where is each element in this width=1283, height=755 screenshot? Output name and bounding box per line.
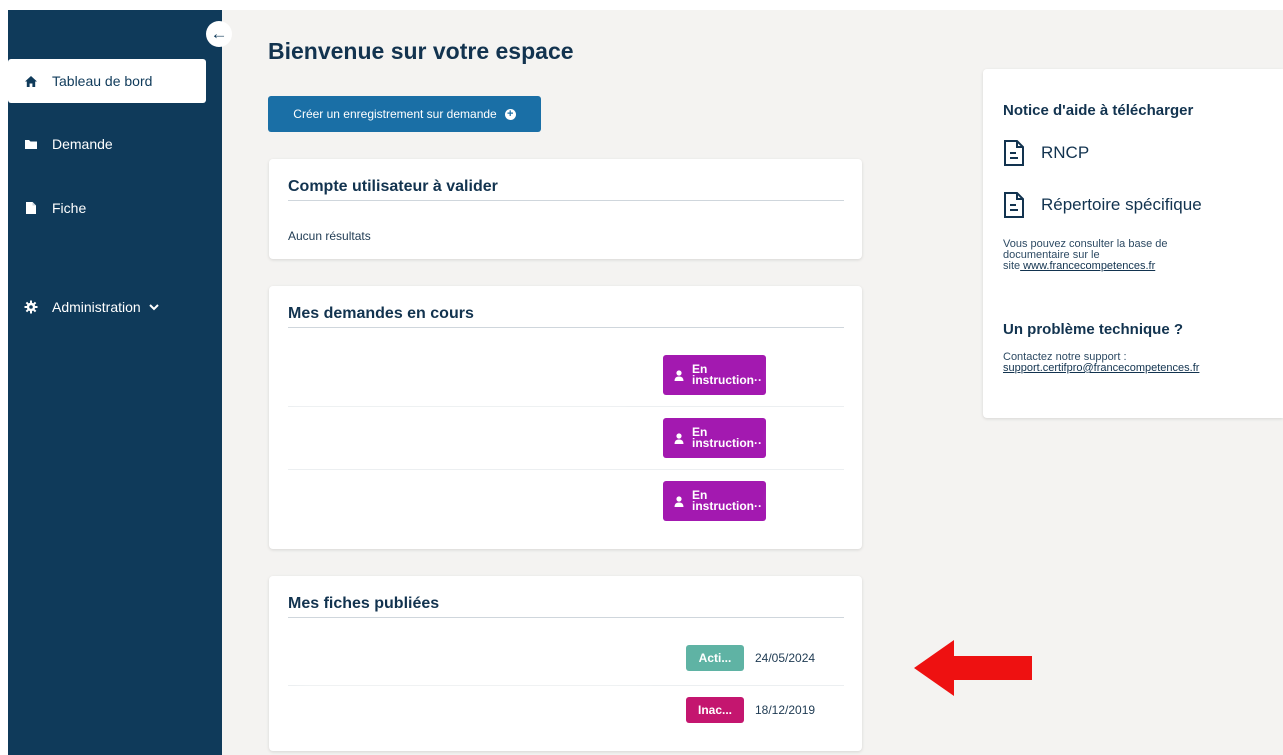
doc-link-label: Répertoire spécifique: [1041, 195, 1202, 214]
sidebar-item-label: Administration: [52, 299, 141, 315]
empty-results-text: Aucun résultats: [288, 229, 371, 243]
published-file-row[interactable]: Inac... 18/12/2019: [288, 686, 844, 739]
file-icon: [24, 201, 38, 215]
redacted-text: [783, 430, 845, 444]
plus-circle-icon: +: [504, 108, 516, 120]
publication-date: 18/12/2019: [755, 703, 816, 717]
support-email-link[interactable]: support.certifpro@francecompetences.fr: [1003, 362, 1199, 374]
published-file-row[interactable]: Acti... 24/05/2024: [288, 632, 844, 686]
collapse-sidebar-button[interactable]: ←: [206, 21, 232, 47]
accounts-to-validate-card: Compte utilisateur à valider Aucun résul…: [269, 159, 862, 259]
user-icon: [674, 432, 684, 444]
status-badge-active: Acti...: [686, 645, 744, 671]
request-row[interactable]: En instruction··: [288, 343, 845, 407]
francecompetences-link[interactable]: www.francecompetences.fr: [1020, 260, 1155, 272]
user-icon: [674, 369, 684, 381]
create-request-button[interactable]: Créer un enregistrement sur demande +: [268, 96, 541, 132]
status-badge-label: Acti...: [698, 651, 732, 665]
help-card: Notice d'aide à télécharger RNCP Réperto…: [983, 69, 1283, 418]
sidebar-item-label: Tableau de bord: [52, 73, 153, 89]
published-files-card: Mes fiches publiées Acti... 24/05/2024 I…: [269, 576, 862, 751]
status-label: En instruction··: [692, 362, 762, 387]
request-row[interactable]: En instruction··: [288, 406, 845, 470]
user-icon: [674, 495, 684, 507]
sidebar-item-demande[interactable]: Demande: [8, 122, 206, 166]
document-icon: [1003, 191, 1025, 219]
redacted-text: [292, 421, 628, 445]
status-button-instruction[interactable]: En instruction··: [663, 418, 766, 458]
chevron-down-icon: [148, 303, 159, 311]
arrow-left-icon: ←: [210, 24, 228, 43]
redacted-text: [783, 368, 845, 382]
sidebar-item-administration[interactable]: Administration: [8, 285, 206, 329]
create-request-label: Créer un enregistrement sur demande: [293, 107, 497, 121]
status-button-instruction[interactable]: En instruction··: [663, 481, 766, 521]
status-button-instruction[interactable]: En instruction··: [663, 355, 766, 395]
sidebar-item-label: Fiche: [52, 200, 87, 216]
status-badge-label: Inac...: [697, 703, 732, 717]
sidebar-item-label: Demande: [52, 136, 113, 152]
help-title: Notice d'aide à télécharger: [1003, 102, 1194, 119]
redacted-text: [294, 700, 654, 724]
request-row[interactable]: En instruction··: [288, 469, 845, 532]
doc-link-label: RNCP: [1041, 143, 1090, 162]
redacted-text: [783, 492, 845, 506]
document-icon: [1003, 139, 1025, 167]
card-title: Mes fiches publiées: [288, 595, 844, 618]
card-title: Compte utilisateur à valider: [288, 178, 844, 201]
redacted-text: [292, 356, 542, 382]
red-arrow-annotation: [914, 638, 1034, 703]
status-badge-inactive: Inac...: [686, 697, 744, 723]
doc-link-repertoire-specifique[interactable]: Répertoire spécifique: [1003, 191, 1202, 219]
status-label: En instruction··: [692, 488, 762, 513]
redacted-text: [294, 646, 624, 670]
sidebar-item-tableau-de-bord[interactable]: Tableau de bord: [8, 59, 206, 103]
pending-requests-card: Mes demandes en cours En instruction·· E…: [269, 286, 862, 549]
home-icon: [24, 74, 38, 88]
doc-link-rncp[interactable]: RNCP: [1003, 139, 1089, 167]
support-title: Un problème technique ?: [1003, 321, 1184, 338]
info-text-prefix: site: [1003, 260, 1021, 272]
status-label: En instruction··: [692, 425, 762, 450]
card-title: Mes demandes en cours: [288, 305, 844, 328]
info-text-line: site www.francecompetences.fr: [1003, 261, 1155, 272]
page-title: Bienvenue sur votre espace: [268, 38, 574, 64]
redacted-text: [292, 487, 554, 507]
publication-date: 24/05/2024: [755, 651, 816, 665]
gear-icon: [24, 300, 38, 314]
support-email-line: support.certifpro@francecompetences.fr: [1003, 363, 1199, 374]
sidebar-item-fiche[interactable]: Fiche: [8, 186, 206, 230]
folder-icon: [24, 137, 38, 151]
